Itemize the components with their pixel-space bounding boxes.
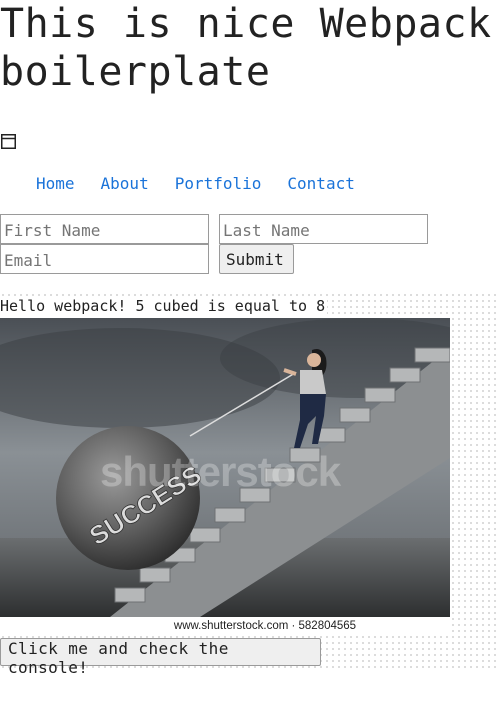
page-title: This is nice Webpack boilerplate	[0, 1, 492, 95]
watermark-text: shutterstock	[100, 448, 341, 495]
email-input[interactable]	[0, 244, 209, 274]
image-caption: www.shutterstock.com · 582804565	[0, 617, 450, 636]
page: This is nice Webpack boilerplate Home Ab…	[0, 0, 500, 720]
nav-link-home[interactable]: Home	[36, 174, 75, 194]
last-name-input[interactable]	[219, 214, 428, 244]
nav-link-about[interactable]: About	[101, 174, 149, 194]
console-button[interactable]: Click me and check the console!	[0, 638, 321, 677]
main-nav: Home About Portfolio Contact	[36, 174, 381, 194]
success-stock-image: SUCCESS shutterstock www.shutterstock.co…	[0, 318, 450, 636]
first-name-input[interactable]	[0, 214, 209, 244]
browser-window-icon	[1, 134, 16, 149]
nav-link-portfolio[interactable]: Portfolio	[175, 174, 262, 194]
hello-text: Hello webpack! 5 cubed is equal to 8	[0, 296, 328, 316]
submit-button[interactable]: Submit	[219, 244, 294, 274]
nav-link-contact[interactable]: Contact	[287, 174, 354, 194]
